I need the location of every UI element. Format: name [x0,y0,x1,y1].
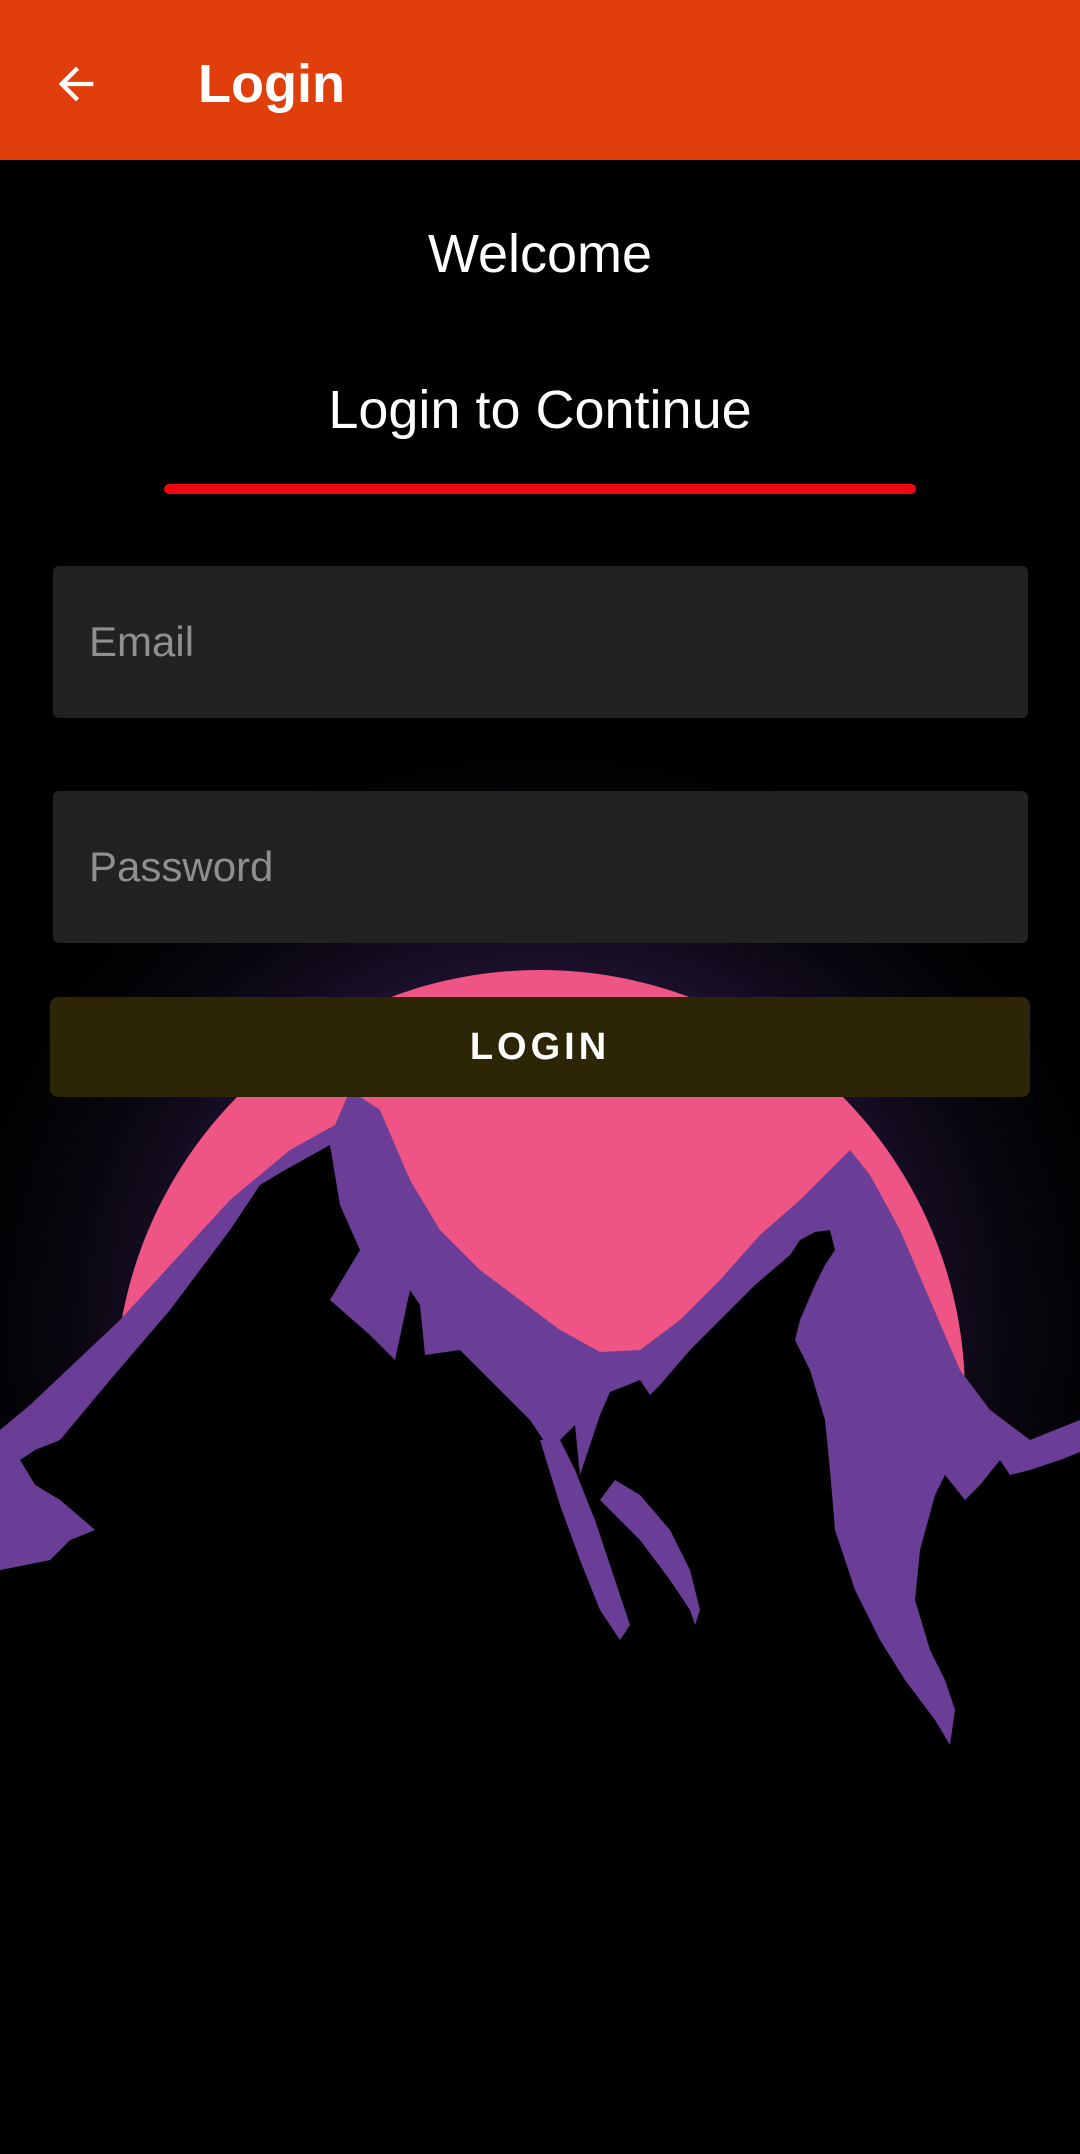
page-title: Login [198,54,345,114]
welcome-heading: Welcome [427,224,653,284]
app-bar: Login [0,0,1080,160]
login-subtitle: Login to Continue [328,380,752,440]
email-input[interactable] [53,566,1028,718]
password-input[interactable] [53,791,1028,943]
password-field [53,791,1028,943]
login-screen: Login Welcome Login to Continue LOGIN [0,0,1080,2154]
email-field [53,566,1028,718]
accent-divider [164,484,916,494]
login-button[interactable]: LOGIN [50,997,1030,1097]
arrow-left-icon [58,66,94,102]
back-button[interactable] [36,44,116,124]
